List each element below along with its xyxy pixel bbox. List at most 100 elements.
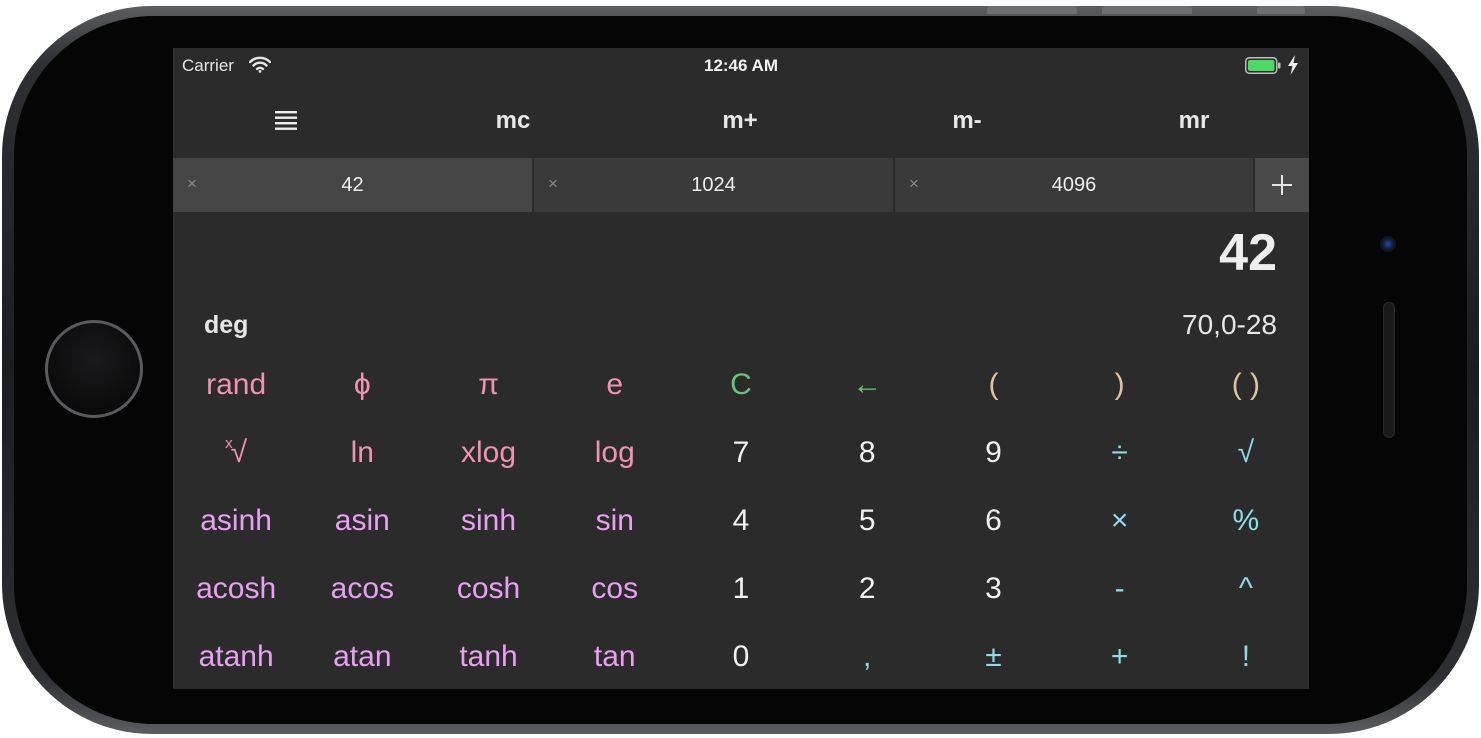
key-label: 7 [732, 436, 750, 469]
key-ln[interactable]: ln [299, 418, 425, 486]
home-button[interactable] [45, 320, 143, 418]
key-tanh[interactable]: tanh [425, 622, 551, 689]
key-label: % [1232, 504, 1260, 537]
key-label: atan [333, 640, 392, 673]
key-label: ± [985, 640, 1002, 673]
angle-mode-toggle[interactable]: deg [204, 311, 248, 340]
key-label: ← [852, 368, 883, 401]
key-label: √ [1237, 436, 1255, 469]
key-open-paren[interactable]: ( [930, 350, 1056, 418]
add-tab-button[interactable] [1255, 158, 1309, 212]
key-minus[interactable]: - [1057, 554, 1183, 622]
tab-label: 1024 [691, 173, 736, 196]
key-label: log [594, 436, 635, 469]
key-asin[interactable]: asin [299, 486, 425, 554]
key-sqrt[interactable]: √ [1183, 418, 1309, 486]
memory-recall-button[interactable]: mr [1094, 84, 1294, 158]
key-label: sin [595, 504, 634, 537]
key-backspace[interactable]: ← [804, 350, 930, 418]
key-comma[interactable]: , [804, 622, 930, 689]
key-label: 3 [985, 572, 1002, 605]
front-camera [1380, 236, 1396, 252]
key-label: e [606, 368, 624, 401]
key-digit-7[interactable]: 7 [678, 418, 804, 486]
key-label: cos [591, 572, 639, 605]
key-acosh[interactable]: acosh [173, 554, 299, 622]
memory-clear-button[interactable]: mc [413, 84, 613, 158]
key-plus[interactable]: + [1057, 622, 1183, 689]
key-digit-0[interactable]: 0 [678, 622, 804, 689]
menu-button[interactable] [186, 84, 386, 158]
key-sinh[interactable]: sinh [425, 486, 551, 554]
key-phi[interactable]: ϕ [299, 350, 425, 418]
tab-label: 4096 [1051, 173, 1097, 196]
status-bar: Carrier 12:46 AM [173, 48, 1309, 84]
tab-calculation-2[interactable]: × 1024 [534, 158, 893, 212]
key-cos[interactable]: cos [552, 554, 678, 622]
key-cosh[interactable]: cosh [425, 554, 551, 622]
tab-close-icon[interactable]: × [187, 174, 197, 194]
key-rand[interactable]: rand [173, 350, 299, 418]
key-atan[interactable]: atan [299, 622, 425, 689]
key-label: ÷ [1111, 436, 1128, 469]
key-label: ( ) [1231, 368, 1261, 401]
expression-display: 70,0-28 [1182, 309, 1277, 340]
key-pi[interactable]: π [425, 350, 551, 418]
key-acos[interactable]: acos [299, 554, 425, 622]
key-tan[interactable]: tan [552, 622, 678, 689]
key-sin[interactable]: sin [552, 486, 678, 554]
key-close-paren[interactable]: ) [1057, 350, 1183, 418]
memory-add-button[interactable]: m+ [640, 84, 840, 158]
key-label: tanh [459, 640, 518, 673]
key-log[interactable]: log [552, 418, 678, 486]
key-label: 4 [732, 504, 750, 537]
key-label: atanh [198, 640, 274, 673]
key-digit-6[interactable]: 6 [930, 486, 1056, 554]
key-label: ) [1114, 368, 1125, 401]
key-divide[interactable]: ÷ [1057, 418, 1183, 486]
key-digit-2[interactable]: 2 [804, 554, 930, 622]
key-label: π [478, 368, 499, 401]
key-parens[interactable]: ( ) [1183, 350, 1309, 418]
key-multiply[interactable]: × [1057, 486, 1183, 554]
key-asinh[interactable]: asinh [173, 486, 299, 554]
key-percent[interactable]: % [1183, 486, 1309, 554]
key-digit-4[interactable]: 4 [678, 486, 804, 554]
memory-subtract-button[interactable]: m- [867, 84, 1067, 158]
key-xlog[interactable]: xlog [425, 418, 551, 486]
key-label: ln [350, 436, 374, 469]
result-display: 42 [1219, 224, 1277, 282]
tab-close-icon[interactable]: × [909, 174, 919, 194]
key-factorial[interactable]: ! [1183, 622, 1309, 689]
side-button [987, 6, 1077, 14]
plus-icon [1272, 175, 1292, 195]
key-label: 6 [985, 504, 1002, 537]
key-e[interactable]: e [552, 350, 678, 418]
memory-toolbar: mc m+ m- mr [173, 84, 1309, 158]
key-clear[interactable]: C [678, 350, 804, 418]
key-digit-5[interactable]: 5 [804, 486, 930, 554]
calculation-tabs: × 42 × 1024 × 4096 [173, 158, 1309, 212]
key-label: 2 [858, 572, 876, 605]
key-label: √ [230, 436, 248, 469]
key-digit-1[interactable]: 1 [678, 554, 804, 622]
tab-label: 42 [341, 173, 364, 196]
key-label: 0 [732, 640, 750, 673]
key-label: xlog [461, 436, 517, 469]
key-label: ϕ [353, 368, 371, 401]
key-label: acosh [196, 572, 277, 605]
key-atanh[interactable]: atanh [173, 622, 299, 689]
tab-calculation-3[interactable]: × 4096 [895, 158, 1253, 212]
key-digit-3[interactable]: 3 [930, 554, 1056, 622]
key-label: ^ [1238, 572, 1253, 605]
key-digit-9[interactable]: 9 [930, 418, 1056, 486]
key-xroot[interactable]: x √ [173, 418, 299, 486]
tab-close-icon[interactable]: × [548, 174, 558, 194]
key-power[interactable]: ^ [1183, 554, 1309, 622]
key-plus-minus[interactable]: ± [930, 622, 1056, 689]
key-digit-8[interactable]: 8 [804, 418, 930, 486]
key-label: asinh [200, 504, 272, 537]
tab-calculation-1[interactable]: × 42 [173, 158, 532, 212]
side-button [1257, 6, 1305, 14]
battery-charging-icon [1245, 57, 1281, 74]
